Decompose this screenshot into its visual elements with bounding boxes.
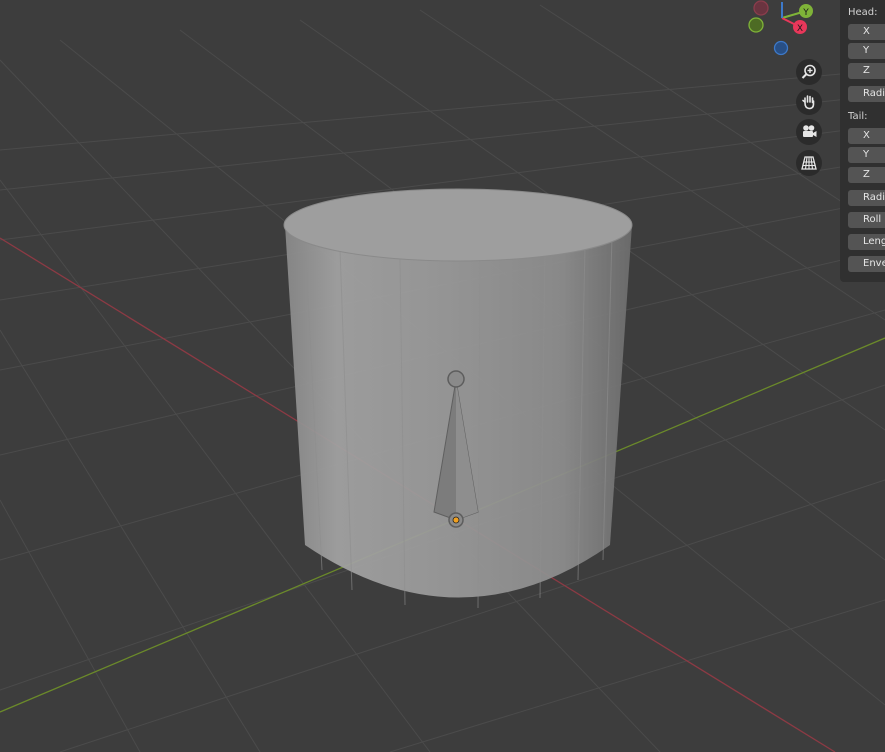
bone-properties-panel: Head: X Y Z Radius Tail: X Y Z Radius Ro… (840, 0, 885, 282)
bone-tail-joint (447, 370, 465, 388)
tail-radius-field[interactable]: Radius (848, 190, 885, 206)
gizmo-x-label: X (797, 24, 803, 34)
head-y-field[interactable]: Y (848, 43, 885, 59)
camera-icon (803, 125, 817, 137)
tail-y-field[interactable]: Y (848, 147, 885, 163)
pan-button[interactable] (796, 89, 822, 115)
head-x-field[interactable]: X (848, 24, 885, 40)
grid-perspective-icon (801, 156, 817, 170)
tail-z-field[interactable]: Z (848, 167, 885, 183)
length-field[interactable]: Length (848, 234, 885, 250)
zoom-button[interactable] (796, 59, 822, 85)
perspective-toggle-button[interactable] (796, 150, 822, 176)
gizmo-y-label: Y (802, 8, 809, 18)
gizmo-neg-x-handle (753, 0, 769, 16)
head-radius-field[interactable]: Radius (848, 86, 885, 102)
gizmo-neg-z-handle (773, 40, 789, 56)
camera-view-button[interactable] (796, 119, 822, 145)
gizmo-neg-y-handle (748, 17, 764, 33)
envelope-field[interactable]: Envelope (848, 256, 885, 272)
head-z-field[interactable]: Z (848, 63, 885, 79)
magnifier-plus-icon (801, 64, 816, 79)
roll-field[interactable]: Roll (848, 212, 885, 228)
navigation-gizmo[interactable]: Y X (748, 0, 813, 56)
head-label: Head: (848, 7, 878, 18)
object-origin (452, 516, 460, 524)
tail-x-field[interactable]: X (848, 128, 885, 144)
hand-icon (802, 95, 815, 110)
3d-viewport[interactable]: Y X (0, 0, 885, 752)
tail-label: Tail: (848, 111, 868, 122)
